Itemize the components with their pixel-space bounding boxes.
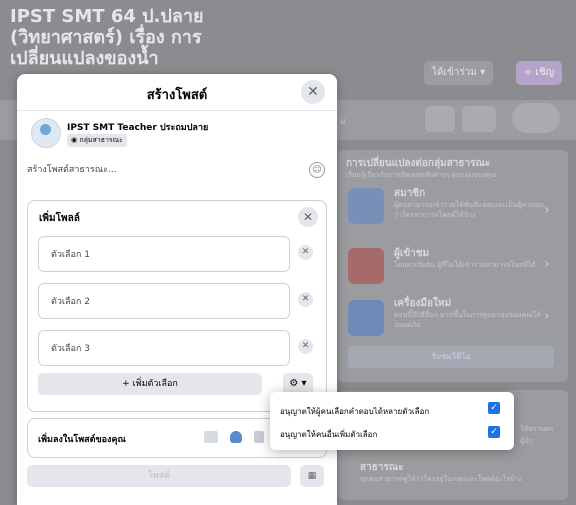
group-title-line-3: เปลี่ยนแปลงของน้ำ (10, 48, 159, 69)
profile-avatar-button[interactable] (512, 103, 560, 133)
invite-button[interactable]: + เชิญ (516, 61, 562, 85)
group-title-line-1: IPST SMT 64 ป.ปลาย (10, 6, 204, 27)
card-title: การเปลี่ยนแปลงต่อกลุ่มสาธารณะ (346, 158, 491, 169)
poll-title: เพิ่มโพลล์ (39, 213, 80, 224)
visitor-icon (348, 248, 384, 284)
poll-option-placeholder: ตัวเลือก 3 (51, 344, 90, 354)
chevron-right-icon[interactable]: › (544, 202, 550, 218)
group-title-line-2: (วิทยาศาสตร์) เรื่อง การ (10, 27, 202, 48)
allow-add-options-checkbox[interactable]: ✓ (488, 426, 500, 438)
visitors-title: ผู้เข้าชม (394, 248, 430, 259)
group-more-button[interactable] (462, 106, 496, 132)
chevron-right-icon[interactable]: › (544, 256, 550, 272)
allow-multiple-answers-checkbox[interactable]: ✓ (488, 402, 500, 414)
allow-add-options-label: อนุญาตให้คนอื่นเพิ่มตัวเลือก (280, 430, 378, 439)
members-desc: ผู้คนสามารถเข้าร่วมได้ทันทีแต่คุณจะเป็นผ… (394, 201, 544, 219)
poll-settings-menu: อนุญาตให้ผู้คนเลือกคำตอบได้หลายตัวเลือก … (270, 392, 514, 450)
public-title: สาธารณะ (360, 462, 404, 473)
tools-icon (348, 300, 384, 336)
card-subtitle: เรียนรู้เกี่ยวกับการอัพเดตหลักต่างๆ ต่อก… (346, 171, 497, 179)
audience-selector[interactable]: ◉ กลุ่มสาธารณะ (67, 134, 127, 147)
tag-people-icon[interactable] (230, 431, 242, 443)
poll-option-placeholder: ตัวเลือก 1 (51, 250, 90, 260)
close-icon[interactable]: ✕ (301, 80, 325, 104)
members-icon (348, 188, 384, 224)
members-title: สมาชิก (394, 188, 426, 199)
post-composer-input[interactable]: สร้างโพสต์สาธารณะ... (27, 162, 117, 176)
poll-option-placeholder: ตัวเลือก 2 (51, 297, 90, 307)
poll-option-2-input[interactable]: ตัวเลือก 2 (38, 283, 290, 319)
schedule-icon[interactable]: ▦ (300, 465, 324, 487)
allow-multiple-answers-label: อนุญาตให้ผู้คนเลือกคำตอบได้หลายตัวเลือก (280, 407, 430, 416)
poll-option-1-input[interactable]: ตัวเลือก 1 (38, 236, 290, 272)
add-option-button[interactable]: + เพิ่มตัวเลือก (38, 373, 262, 395)
live-video-icon[interactable] (254, 431, 264, 443)
close-poll-icon[interactable]: ✕ (298, 207, 318, 227)
dialog-header: สร้างโพสต์ ✕ (17, 74, 337, 111)
group-title: IPST SMT 64 ป.ปลาย (วิทยาศาสตร์) เรื่อง … (10, 6, 230, 69)
public-desc: ทุกคนสามารถดูได้ว่าใครอยู่ในกลุ่มและโพสต… (360, 475, 522, 483)
tools-desc: ตอนนี้มีวิธีอื่นๆ มากขึ้นในการดูแลกลุ่มข… (394, 311, 541, 329)
post-button[interactable]: โพสต์ (27, 465, 291, 487)
audience-label: กลุ่มสาธารณะ (79, 136, 123, 144)
chevron-right-icon[interactable]: › (544, 308, 550, 324)
add-to-post-label: เพิ่มลงในโพสต์ของคุณ (38, 435, 126, 445)
poll-option-3-input[interactable]: ตัวเลือก 3 (38, 330, 290, 366)
tools-title: เครื่องมือใหม่ (394, 298, 452, 309)
remove-option-icon[interactable]: ✕ (298, 292, 313, 307)
about-fragment-1: ให้ทราบผล (520, 425, 554, 433)
joined-button[interactable]: ได้เข้าร่วม ▾ (424, 61, 494, 85)
group-search-button[interactable] (425, 106, 455, 132)
poll-editor: เพิ่มโพลล์ ✕ ตัวเลือก 1 ✕ ตัวเลือก 2 ✕ ต… (27, 200, 327, 412)
photo-icon[interactable] (204, 431, 218, 443)
about-fragment-2: ผู้นำ (520, 437, 533, 445)
watch-video-button[interactable]: รับชมวิดีโอ (348, 346, 554, 368)
dialog-title: สร้างโพสต์ (146, 88, 208, 103)
author-name: IPST SMT Teacher ประถมปลาย (67, 123, 209, 133)
remove-option-icon[interactable]: ✕ (298, 245, 313, 260)
tab-fragment: ม (340, 117, 346, 127)
avatar (31, 118, 61, 148)
emoji-icon[interactable]: ☺ (309, 162, 325, 178)
remove-option-icon[interactable]: ✕ (298, 339, 313, 354)
visitors-desc: โดยค่าเริ่มต้น ผู้ที่ไม่ได้เข้าร่วมสามาร… (394, 261, 536, 269)
